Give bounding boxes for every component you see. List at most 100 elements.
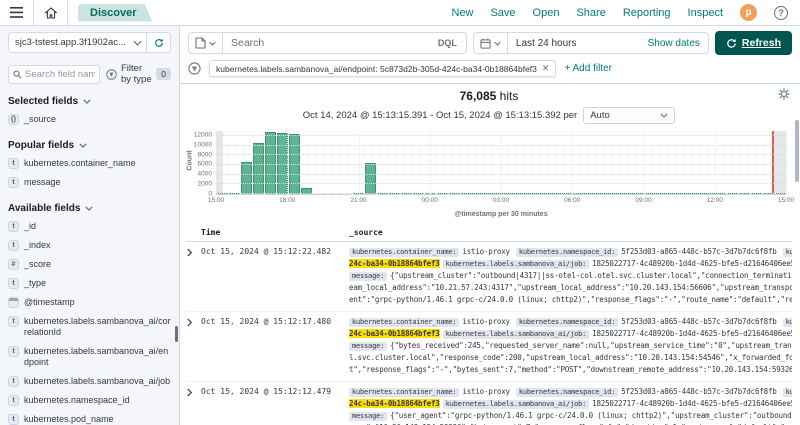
x-tick-label: 12:00 [707,197,723,204]
field-chip: kubernetes.labels.sambanova_ai/job: [443,260,590,269]
field-name: _type [24,278,46,289]
chevron-down-icon [83,99,91,104]
field-item-kubernetes.labels.sambanova_ai/correlationId[interactable]: t kubernetes.labels.sambanova_ai/correla… [8,312,171,342]
source-text: 1825022717-4c48920b-1d4d-4625-bfe5-d2164… [592,399,792,408]
section-header[interactable]: Popular fields [8,140,171,151]
histogram-plot-area[interactable]: 020004000600080001000012000 [216,131,786,195]
field-search-input[interactable] [8,65,100,84]
menu-item-reporting[interactable]: Reporting [623,7,671,19]
add-filter-button[interactable]: + Add filter [564,63,612,74]
avatar[interactable]: p [740,4,757,21]
hits-count: 76,085 [460,89,497,103]
x-axis-ticks: 15:0018:0021:0000:0003:0006:0009:0012:00… [216,197,786,207]
current-time-marker [772,131,774,194]
section-title: Popular fields [8,140,74,151]
search-input[interactable] [223,37,429,49]
field-chip: kubernetes.namespace_id: [516,248,618,257]
x-tick-label: 15:00 [208,197,224,204]
show-dates-button[interactable]: Show dates [640,38,708,49]
filter-by-type-label: Filter by type [121,63,152,85]
field-name: _id [24,221,36,232]
expand-caret-icon[interactable] [186,317,201,377]
home-button[interactable] [34,0,68,25]
filter-options-icon[interactable] [188,62,201,75]
field-item-kubernetes.pod_name[interactable]: t kubernetes.pod_name [8,410,171,425]
field-item-kubernetes.labels.sambanova_ai/endpoint[interactable]: t kubernetes.labels.sambanova_ai/endpoin… [8,342,171,372]
menu-item-inspect[interactable]: Inspect [688,7,723,19]
sidebar-scrollbar[interactable] [175,326,178,342]
close-icon[interactable]: ✕ [542,63,550,74]
sidebar-section: Popular fields t kubernetes.container_na… [8,140,171,192]
field-item-_id[interactable]: t _id [8,217,171,236]
gear-icon[interactable] [778,88,790,100]
refresh-icon [726,38,737,49]
source-text: istio-proxy [462,387,509,396]
section-header[interactable]: Selected fields [8,96,171,107]
source-line: 24c-ba34-0b18864bfef3kubernetes.labels.s… [349,399,792,411]
field-item-_type[interactable]: t _type [8,274,171,293]
x-axis-label: @timestamp per 30 minutes [216,211,786,218]
field-name: _source [24,114,56,125]
field-item-kubernetes.labels.sambanova_ai/job[interactable]: t kubernetes.labels.sambanova_ai/job [8,372,171,391]
field-item-message[interactable]: t message [8,173,171,192]
filter-by-type-button[interactable]: Filter by type 0 [106,63,171,85]
expand-caret-icon[interactable] [186,247,201,307]
x-tick-label: 18:00 [279,197,295,204]
row-time: Oct 15, 2024 @ 15:12:12.479 [201,387,349,425]
field-item-_score[interactable]: # _score [8,255,171,274]
source-token-icon: {} [8,114,19,125]
y-axis-label: Count [187,141,194,181]
filter-pill[interactable]: kubernetes.labels.sambanova_ai/endpoint:… [209,60,556,77]
field-item-_source[interactable]: {} _source [8,110,171,129]
field-chip: kubernetes.container_name: [349,248,459,257]
x-tick-label: 09:00 [635,197,651,204]
main-scrollbar[interactable] [795,120,799,182]
row-source: kubernetes.container_name:istio-proxykub… [349,387,792,425]
number-token-icon: # [8,259,19,270]
highlight-match: 24c-ba34-0b18864bfef3 [349,259,440,268]
dql-button[interactable]: DQL [429,38,466,48]
column-header-time[interactable]: Time [201,228,349,237]
field-chip: kubernetes.namespace_id: [516,388,618,397]
calendar-button[interactable] [474,33,508,53]
column-header-source[interactable]: _source [349,228,792,237]
help-icon[interactable]: ? [774,6,788,20]
field-search-text[interactable] [25,69,95,80]
menu-item-open[interactable]: Open [533,7,560,19]
menu-item-share[interactable]: Share [576,7,605,19]
source-line: kubernetes.container_name:istio-proxykub… [349,387,792,399]
expand-caret-icon[interactable] [186,387,201,425]
source-text: 5f253d03-a865-448c-b57c-3d7b7dc6f8fb [621,247,776,256]
chevron-down-icon [79,143,87,148]
field-name: _index [24,240,51,251]
field-item-kubernetes.namespace_id[interactable]: t kubernetes.namespace_id [8,391,171,410]
filter-bar: kubernetes.labels.sambanova_ai/endpoint:… [180,58,800,84]
breadcrumb-discover[interactable]: Discover [78,4,152,22]
menu-item-new[interactable]: New [451,7,473,19]
text-token-icon: t [8,346,19,357]
chevron-down-icon [660,113,668,118]
chart-time-range: Oct 14, 2024 @ 15:13:15.391 - Oct 15, 20… [303,110,577,121]
menu-button[interactable] [0,0,34,25]
saved-query-button[interactable] [189,33,223,53]
partial-bucket-band-right [774,131,786,194]
search-box[interactable]: DQL [188,32,467,54]
field-item-kubernetes.container_name[interactable]: t kubernetes.container_name [8,154,171,173]
source-text: {"bytes_received":245,"requested_server_… [390,341,792,350]
field-chip: kubernetes.pod_name: [783,248,792,257]
date-picker: Last 24 hours Show dates [473,32,709,54]
field-item-@timestamp[interactable]: @timestamp [8,293,171,312]
query-bar: DQL Last 24 hours Show dates Refresh [180,26,800,58]
sidebar-section: Selected fields {} _source [8,96,171,129]
field-name: message [24,177,61,188]
refresh-button[interactable]: Refresh [715,31,792,55]
x-gridline [644,131,645,194]
field-item-_index[interactable]: t _index [8,236,171,255]
index-refresh-button[interactable] [146,33,170,52]
index-pattern-select[interactable]: sjc3-tstest.app.3f1902ac... [8,32,171,53]
field-name: kubernetes.pod_name [24,414,114,425]
section-header[interactable]: Available fields [8,203,171,214]
menu-item-save[interactable]: Save [490,7,515,19]
interval-select[interactable]: Auto [583,107,675,124]
time-range-label[interactable]: Last 24 hours [508,38,640,49]
